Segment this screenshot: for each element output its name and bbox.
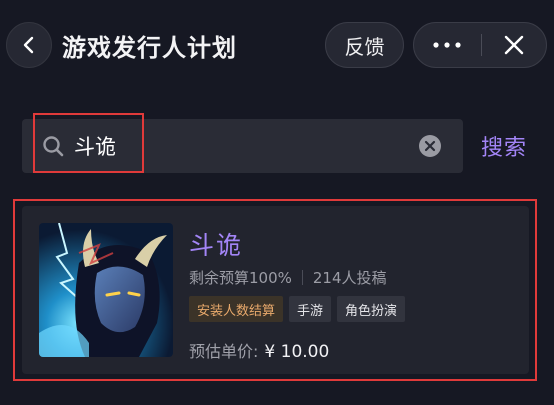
price-label: 预估单价:: [189, 342, 259, 361]
game-result-card[interactable]: 斗诡 剩余预算100% 214人投稿 安装人数结算 手游 角色扮演 预估单价: …: [22, 206, 529, 374]
page-title: 游戏发行人计划: [62, 34, 237, 62]
mini-program-capsule: [413, 22, 547, 68]
more-horizontal-icon: [433, 42, 461, 48]
clear-x-glyph: [424, 140, 436, 152]
search-icon: [43, 136, 64, 157]
tag-settlement: 安装人数结算: [189, 296, 284, 322]
feedback-button[interactable]: 反馈: [325, 22, 404, 68]
top-nav-bar: 游戏发行人计划 反馈: [0, 0, 554, 92]
game-stats: 剩余预算100% 214人投稿: [189, 267, 387, 288]
tag-list: 安装人数结算 手游 角色扮演: [189, 296, 406, 322]
more-button[interactable]: [414, 23, 480, 67]
close-button[interactable]: [482, 23, 546, 67]
search-button[interactable]: 搜索: [481, 130, 527, 162]
close-icon: [504, 35, 524, 55]
game-cover-image: [39, 223, 173, 357]
submission-count: 214人投稿: [312, 269, 387, 287]
game-name[interactable]: 斗诡: [189, 226, 243, 262]
stats-divider: [301, 270, 303, 285]
price-value: ¥ 10.00: [264, 342, 330, 362]
tag-genre: 角色扮演: [337, 296, 406, 322]
back-button[interactable]: [6, 22, 52, 68]
search-bar: [22, 119, 463, 173]
chevron-left-icon: [23, 36, 34, 54]
clear-icon[interactable]: [419, 135, 441, 157]
estimated-price: 预估单价: ¥ 10.00: [189, 338, 329, 362]
tag-platform: 手游: [289, 296, 332, 322]
search-input[interactable]: [74, 119, 394, 173]
remaining-budget: 剩余预算100%: [189, 269, 292, 287]
